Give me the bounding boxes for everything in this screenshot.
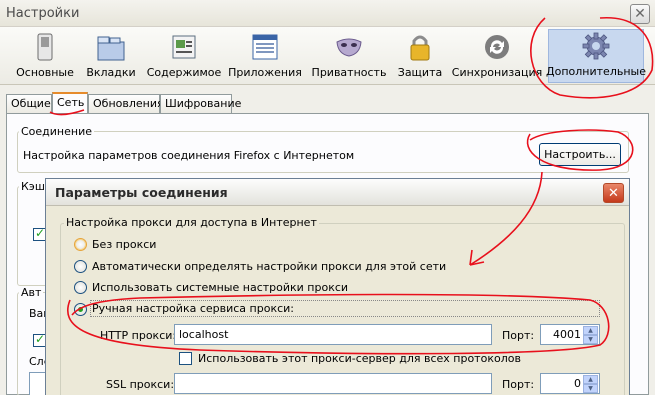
annotation-arrow-line <box>469 171 543 266</box>
annotation-circle-settings-button <box>526 129 634 171</box>
red-annotation-overlay <box>49 17 654 355</box>
annotation-circle-advanced <box>530 17 654 99</box>
annotation-underline-network <box>49 109 85 116</box>
annotation-circle-manual-proxy <box>66 293 610 355</box>
